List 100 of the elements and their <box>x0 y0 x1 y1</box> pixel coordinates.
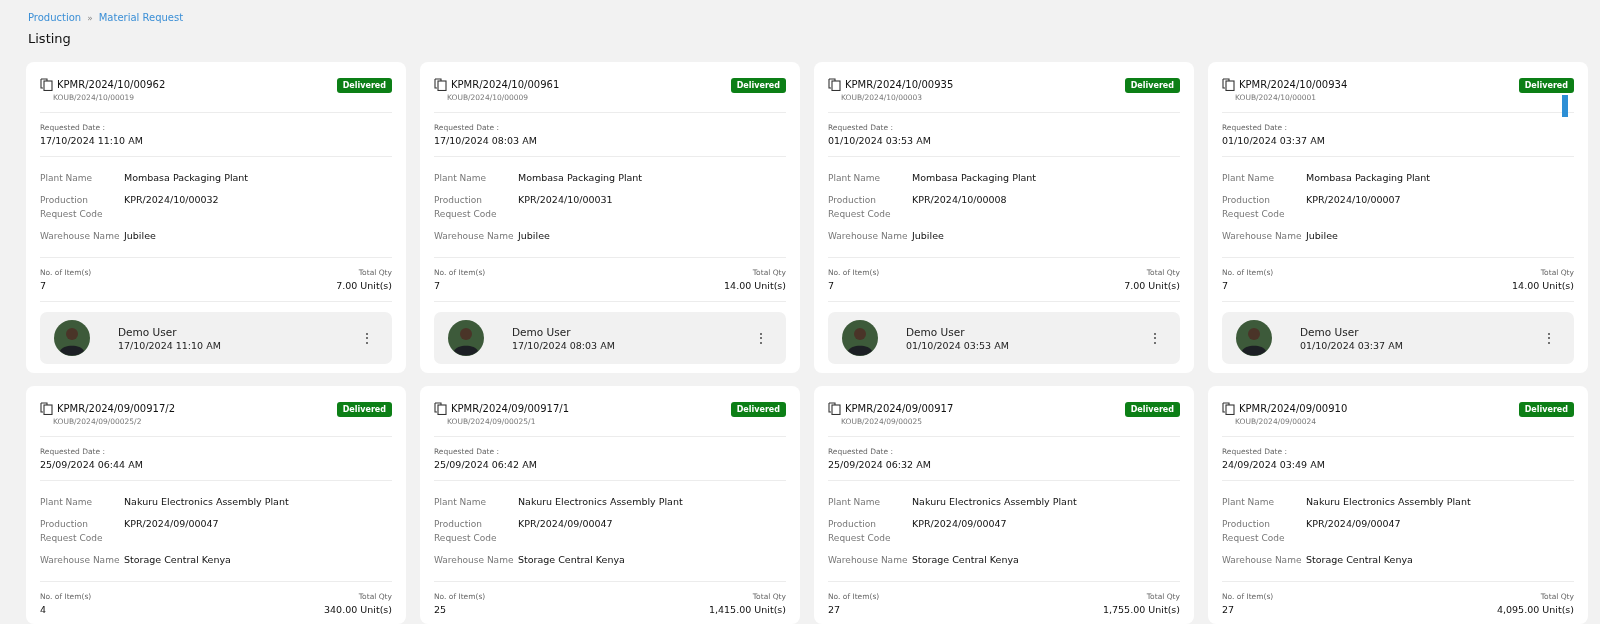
items-count: 7 <box>1222 280 1230 291</box>
field-label: Production Request Code <box>434 194 498 221</box>
user-timestamp: 17/10/2024 11:10 AM <box>118 339 222 351</box>
requested-date: 01/10/2024 03:37 AM <box>1222 135 1326 146</box>
field-label: Production Request Code <box>828 194 892 221</box>
status-badge: Delivered <box>730 402 786 417</box>
page-title: Listing <box>28 31 72 46</box>
field-label: Production Request Code <box>434 518 498 545</box>
field-value: KPR/2024/09/00047 <box>1306 517 1402 531</box>
requested-date: 25/09/2024 06:42 AM <box>434 459 538 470</box>
field-value: Jubilee <box>912 229 945 243</box>
items-count: 25 <box>434 604 448 615</box>
status-badge: Delivered <box>336 402 392 417</box>
total-qty: 7.00 Unit(s) <box>336 280 392 291</box>
request-code[interactable]: KPMR/2024/09/00917 <box>845 403 954 414</box>
field-label: Production Request Code <box>1222 518 1286 545</box>
field-value: Storage Central Kenya <box>912 553 1020 567</box>
request-code[interactable]: KPMR/2024/10/00934 <box>1239 79 1348 90</box>
total-qty: 340.00 Unit(s) <box>324 604 392 615</box>
more-menu-button[interactable]: ⋮ <box>750 330 772 346</box>
field-label: Plant Name <box>434 172 488 185</box>
field-label: Warehouse Name <box>434 554 515 567</box>
field-value: KPR/2024/10/00032 <box>124 193 220 207</box>
status-badge: Delivered <box>1124 78 1180 93</box>
field-label: Production Request Code <box>828 518 892 545</box>
copy-icon[interactable] <box>1222 402 1235 415</box>
field-label: Warehouse Name <box>828 230 909 243</box>
field-label: Warehouse Name <box>1222 230 1303 243</box>
field-value: Nakuru Electronics Assembly Plant <box>124 495 290 509</box>
field-value: KPR/2024/09/00047 <box>912 517 1008 531</box>
copy-icon[interactable] <box>40 402 53 415</box>
request-code[interactable]: KPMR/2024/09/00917/2 <box>57 403 175 414</box>
field-label: Warehouse Name <box>828 554 909 567</box>
status-badge: Delivered <box>730 78 786 93</box>
copy-icon[interactable] <box>828 78 841 91</box>
field-value: Nakuru Electronics Assembly Plant <box>912 495 1078 509</box>
field-label: Plant Name <box>1222 496 1276 509</box>
user-timestamp: 01/10/2024 03:37 AM <box>1300 339 1404 351</box>
request-code[interactable]: KPMR/2024/09/00910 <box>1239 403 1348 414</box>
total-qty: 1,415.00 Unit(s) <box>708 604 786 615</box>
user-timestamp: 17/10/2024 08:03 AM <box>512 339 616 351</box>
copy-icon[interactable] <box>434 78 447 91</box>
total-qty: 14.00 Unit(s) <box>724 280 786 291</box>
requested-date: 24/09/2024 03:49 AM <box>1222 459 1326 470</box>
field-label: Plant Name <box>434 496 488 509</box>
request-code[interactable]: KPMR/2024/10/00962 <box>57 79 166 90</box>
requested-date: 17/10/2024 11:10 AM <box>40 135 144 146</box>
field-value: Jubilee <box>124 229 157 243</box>
copy-icon[interactable] <box>828 402 841 415</box>
avatar-icon <box>448 320 484 356</box>
avatar-icon <box>842 320 878 356</box>
field-label: Production Request Code <box>1222 194 1286 221</box>
field-label: Plant Name <box>828 496 882 509</box>
field-label: Plant Name <box>828 172 882 185</box>
field-value: Mombasa Packaging Plant <box>912 171 1038 185</box>
field-value: Jubilee <box>518 229 551 243</box>
field-value: Mombasa Packaging Plant <box>124 171 250 185</box>
field-value: Mombasa Packaging Plant <box>518 171 644 185</box>
user-name: Demo User <box>906 325 966 338</box>
field-label: Production Request Code <box>40 518 104 545</box>
field-value: KPR/2024/09/00047 <box>518 517 614 531</box>
request-code[interactable]: KPMR/2024/10/00961 <box>451 79 560 90</box>
more-menu-button[interactable]: ⋮ <box>1538 330 1560 346</box>
copy-icon[interactable] <box>434 402 447 415</box>
field-value: KPR/2024/10/00007 <box>1306 193 1402 207</box>
items-count: 27 <box>1222 604 1236 615</box>
field-label: Plant Name <box>40 496 94 509</box>
user-timestamp: 01/10/2024 03:53 AM <box>906 339 1010 351</box>
field-value: KPR/2024/10/00008 <box>912 193 1008 207</box>
requested-date: 25/09/2024 06:32 AM <box>828 459 932 470</box>
field-label: Plant Name <box>40 172 94 185</box>
copy-icon[interactable] <box>40 78 53 91</box>
items-count: 4 <box>40 604 48 615</box>
scrollbar-thumb[interactable] <box>1562 95 1568 117</box>
request-code[interactable]: KPMR/2024/10/00935 <box>845 79 954 90</box>
breadcrumb-separator: » <box>87 12 93 23</box>
field-value: Storage Central Kenya <box>518 553 626 567</box>
more-menu-button[interactable]: ⋮ <box>1144 330 1166 346</box>
field-value: Nakuru Electronics Assembly Plant <box>518 495 684 509</box>
total-qty: 7.00 Unit(s) <box>1124 280 1180 291</box>
request-code[interactable]: KPMR/2024/09/00917/1 <box>451 403 569 414</box>
items-count: 7 <box>40 280 48 291</box>
field-label: Plant Name <box>1222 172 1276 185</box>
requested-date: 25/09/2024 06:44 AM <box>40 459 144 470</box>
user-name: Demo User <box>512 325 572 338</box>
copy-icon[interactable] <box>1222 78 1235 91</box>
total-qty: 14.00 Unit(s) <box>1512 280 1574 291</box>
avatar-icon <box>54 320 90 356</box>
field-value: Mombasa Packaging Plant <box>1306 171 1432 185</box>
status-badge: Delivered <box>1124 402 1180 417</box>
user-name: Demo User <box>1300 325 1360 338</box>
status-badge: Delivered <box>1518 78 1574 93</box>
field-value: Storage Central Kenya <box>124 553 232 567</box>
field-label: Warehouse Name <box>434 230 515 243</box>
items-count: 27 <box>828 604 842 615</box>
field-value: Jubilee <box>1306 229 1339 243</box>
status-badge: Delivered <box>1518 402 1574 417</box>
more-menu-button[interactable]: ⋮ <box>356 330 378 346</box>
field-value: KPR/2024/10/00031 <box>518 193 614 207</box>
field-value: Storage Central Kenya <box>1306 553 1414 567</box>
